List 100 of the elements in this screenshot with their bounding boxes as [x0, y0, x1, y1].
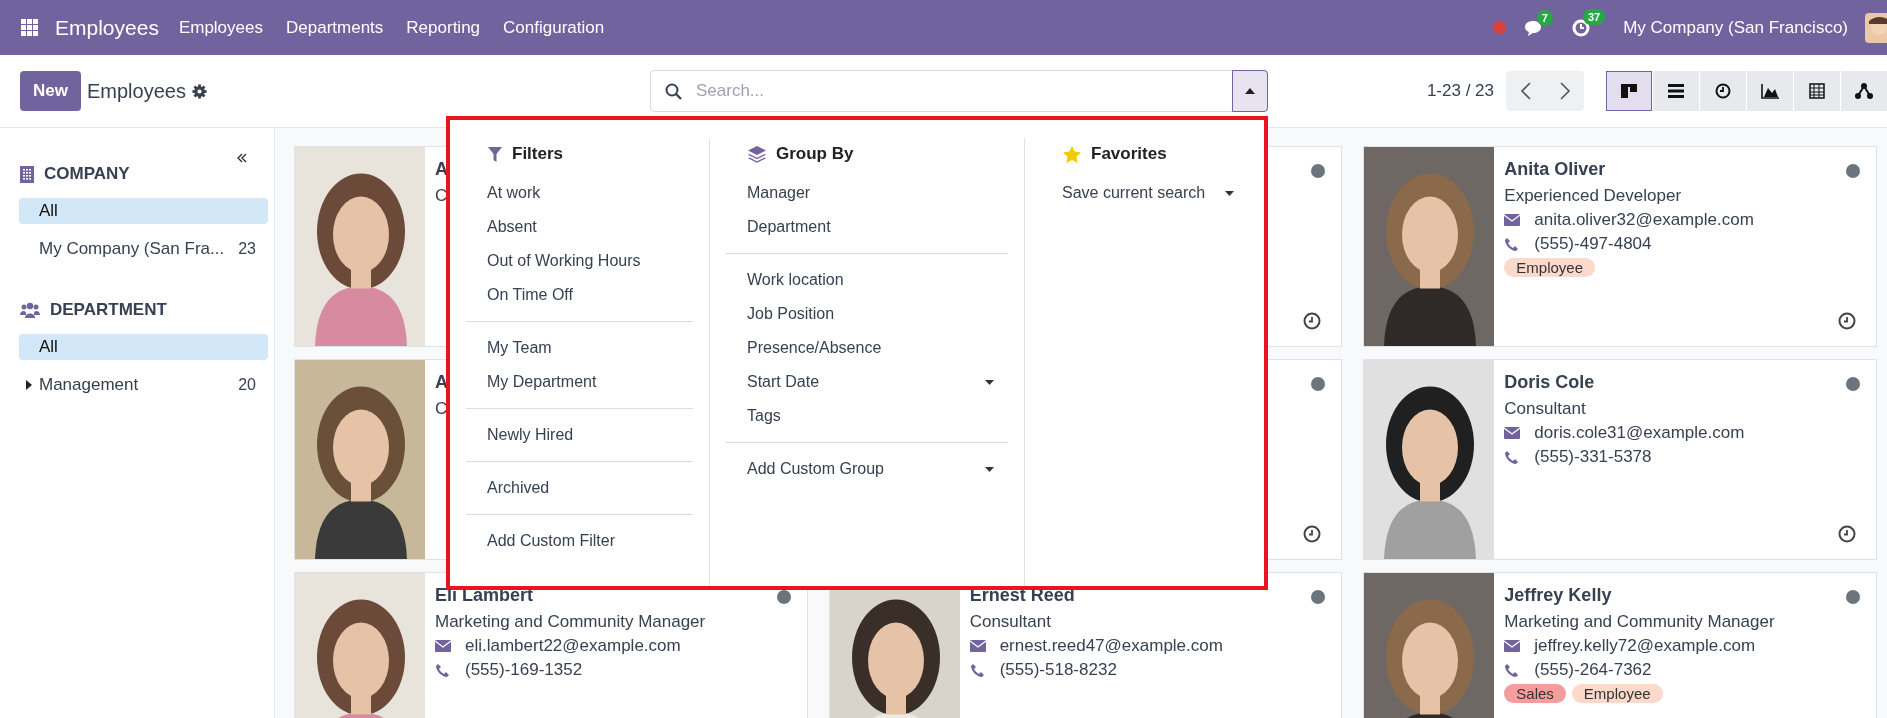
kanban-view-button[interactable]: [1606, 71, 1652, 111]
pivot-view-button[interactable]: [1794, 71, 1840, 111]
clock-icon[interactable]: [1838, 312, 1856, 330]
envelope-icon: [1504, 427, 1521, 439]
menu-item[interactable]: Departments: [286, 17, 384, 38]
status-dot-icon[interactable]: [1492, 21, 1506, 34]
email-address: eli.lambert22@example.com: [465, 636, 681, 656]
employee-name: Jeffrey Kelly: [1504, 585, 1613, 606]
graph-view-icon: [1760, 82, 1780, 100]
filter-icon: [488, 146, 502, 162]
job-title: C: [435, 186, 448, 206]
phone-number: (555)-331-5378: [1534, 447, 1652, 467]
menu-item[interactable]: Employees: [178, 17, 263, 38]
search-field[interactable]: Search...: [650, 70, 1268, 112]
phone-icon: [1504, 237, 1521, 251]
clock-icon[interactable]: [1838, 525, 1856, 543]
employee-name: A: [435, 372, 448, 393]
menu-option[interactable]: On Time Off: [466, 278, 693, 312]
chevron-left-icon: [1519, 81, 1532, 101]
column-title: Favorites: [1091, 144, 1167, 164]
menu-option[interactable]: Newly Hired: [466, 418, 693, 452]
tag: Sales: [1504, 684, 1566, 703]
activity-count-badge: 37: [1582, 8, 1606, 25]
hierarchy-view-button[interactable]: [1841, 71, 1887, 111]
menu-option[interactable]: Presence/Absence: [726, 331, 1008, 365]
phone-number: (555)-518-8232: [999, 660, 1117, 680]
section-title: COMPANY: [44, 164, 130, 184]
menu-option[interactable]: My Department: [466, 365, 693, 399]
search-panel-toggle[interactable]: [1232, 70, 1268, 112]
activity-view-button[interactable]: [1700, 71, 1746, 111]
job-title: Marketing and Community Manager: [435, 612, 706, 632]
breadcrumb: Employees: [86, 79, 186, 103]
search-icon: [665, 82, 682, 100]
column-title: Group By: [776, 144, 854, 164]
clock-icon[interactable]: [1303, 525, 1322, 543]
presence-dot-icon: [1846, 590, 1860, 604]
app-grid-icon[interactable]: [21, 18, 39, 37]
app-title[interactable]: Employees: [55, 15, 159, 40]
sidebar-item[interactable]: All: [19, 198, 268, 224]
pager-value: 1-23 / 23: [1426, 81, 1494, 101]
menu-option[interactable]: Out of Working Hours: [466, 244, 693, 278]
email-address: anita.oliver32@example.com: [1534, 210, 1754, 230]
menu-option[interactable]: Tags: [726, 399, 1008, 433]
avatar-icon[interactable]: [1865, 12, 1887, 43]
submenu-option[interactable]: Save current search: [1041, 176, 1248, 210]
menu-option[interactable]: Archived: [466, 471, 693, 505]
caret-icon: [985, 379, 994, 385]
message-count-badge: 7: [1536, 9, 1553, 26]
phone-number: (555)-497-4804: [1534, 234, 1652, 254]
submenu-option[interactable]: Start Date: [726, 365, 1008, 399]
building-icon: [20, 165, 34, 183]
menu-option[interactable]: Department: [726, 210, 1008, 244]
phone-icon: [435, 663, 451, 677]
phone-icon: [1504, 663, 1521, 677]
menu-option[interactable]: At work: [466, 176, 693, 210]
clock-icon[interactable]: [1303, 312, 1322, 330]
company-switcher[interactable]: My Company (San Francisco): [1623, 17, 1848, 38]
list-view-icon: [1666, 82, 1686, 100]
employee-name: Doris Cole: [1504, 372, 1596, 393]
caret-icon[interactable]: [25, 380, 32, 390]
job-title: Consultant: [969, 612, 1052, 632]
menu-item[interactable]: Configuration: [503, 17, 605, 38]
users-icon: [20, 302, 40, 318]
job-title: Experienced Developer: [1504, 186, 1683, 206]
email-address: jeffrey.kelly72@example.com: [1534, 636, 1756, 656]
column-title: Filters: [512, 144, 564, 164]
sidebar-item[interactable]: My Company (San Fra... 23: [19, 236, 268, 262]
menu-option[interactable]: Absent: [466, 210, 693, 244]
menu-option[interactable]: Work location: [726, 263, 1008, 297]
submenu-option[interactable]: Add Custom Group: [726, 452, 1008, 486]
chevron-right-icon: [1558, 81, 1571, 101]
email-address: doris.cole31@example.com: [1534, 423, 1745, 443]
collapse-icon[interactable]: [236, 152, 248, 164]
envelope-icon: [1504, 214, 1521, 226]
new-button[interactable]: New: [20, 71, 81, 111]
star-icon: [1063, 145, 1081, 163]
presence-dot-icon: [1311, 377, 1326, 391]
activity-view-icon: [1713, 82, 1733, 100]
pivot-view-icon: [1807, 82, 1827, 100]
envelope-icon: [1504, 640, 1521, 652]
hierarchy-view-icon: [1854, 82, 1874, 100]
list-view-button[interactable]: [1653, 71, 1699, 111]
phone-number: (555)-264-7362: [1534, 660, 1652, 680]
graph-view-button[interactable]: [1747, 71, 1793, 111]
presence-dot-icon: [776, 590, 791, 604]
settings-icon[interactable]: [191, 83, 207, 99]
sidebar-item[interactable]: All: [19, 334, 268, 360]
menu-option[interactable]: Add Custom Filter: [466, 524, 693, 558]
phone-icon: [1504, 450, 1521, 464]
email-address: ernest.reed47@example.com: [999, 636, 1223, 656]
sidebar-item[interactable]: Management 20: [19, 372, 268, 398]
menu-option[interactable]: Manager: [726, 176, 1008, 210]
menu-option[interactable]: Job Position: [726, 297, 1008, 331]
envelope-icon: [969, 640, 986, 652]
menu-option[interactable]: My Team: [466, 331, 693, 365]
phone-number: (555)-169-1352: [465, 660, 583, 680]
menu-item[interactable]: Reporting: [406, 17, 481, 38]
presence-dot-icon: [1311, 164, 1326, 178]
employee-name: A: [435, 159, 448, 180]
job-title: Marketing and Community Manager: [1504, 612, 1775, 632]
